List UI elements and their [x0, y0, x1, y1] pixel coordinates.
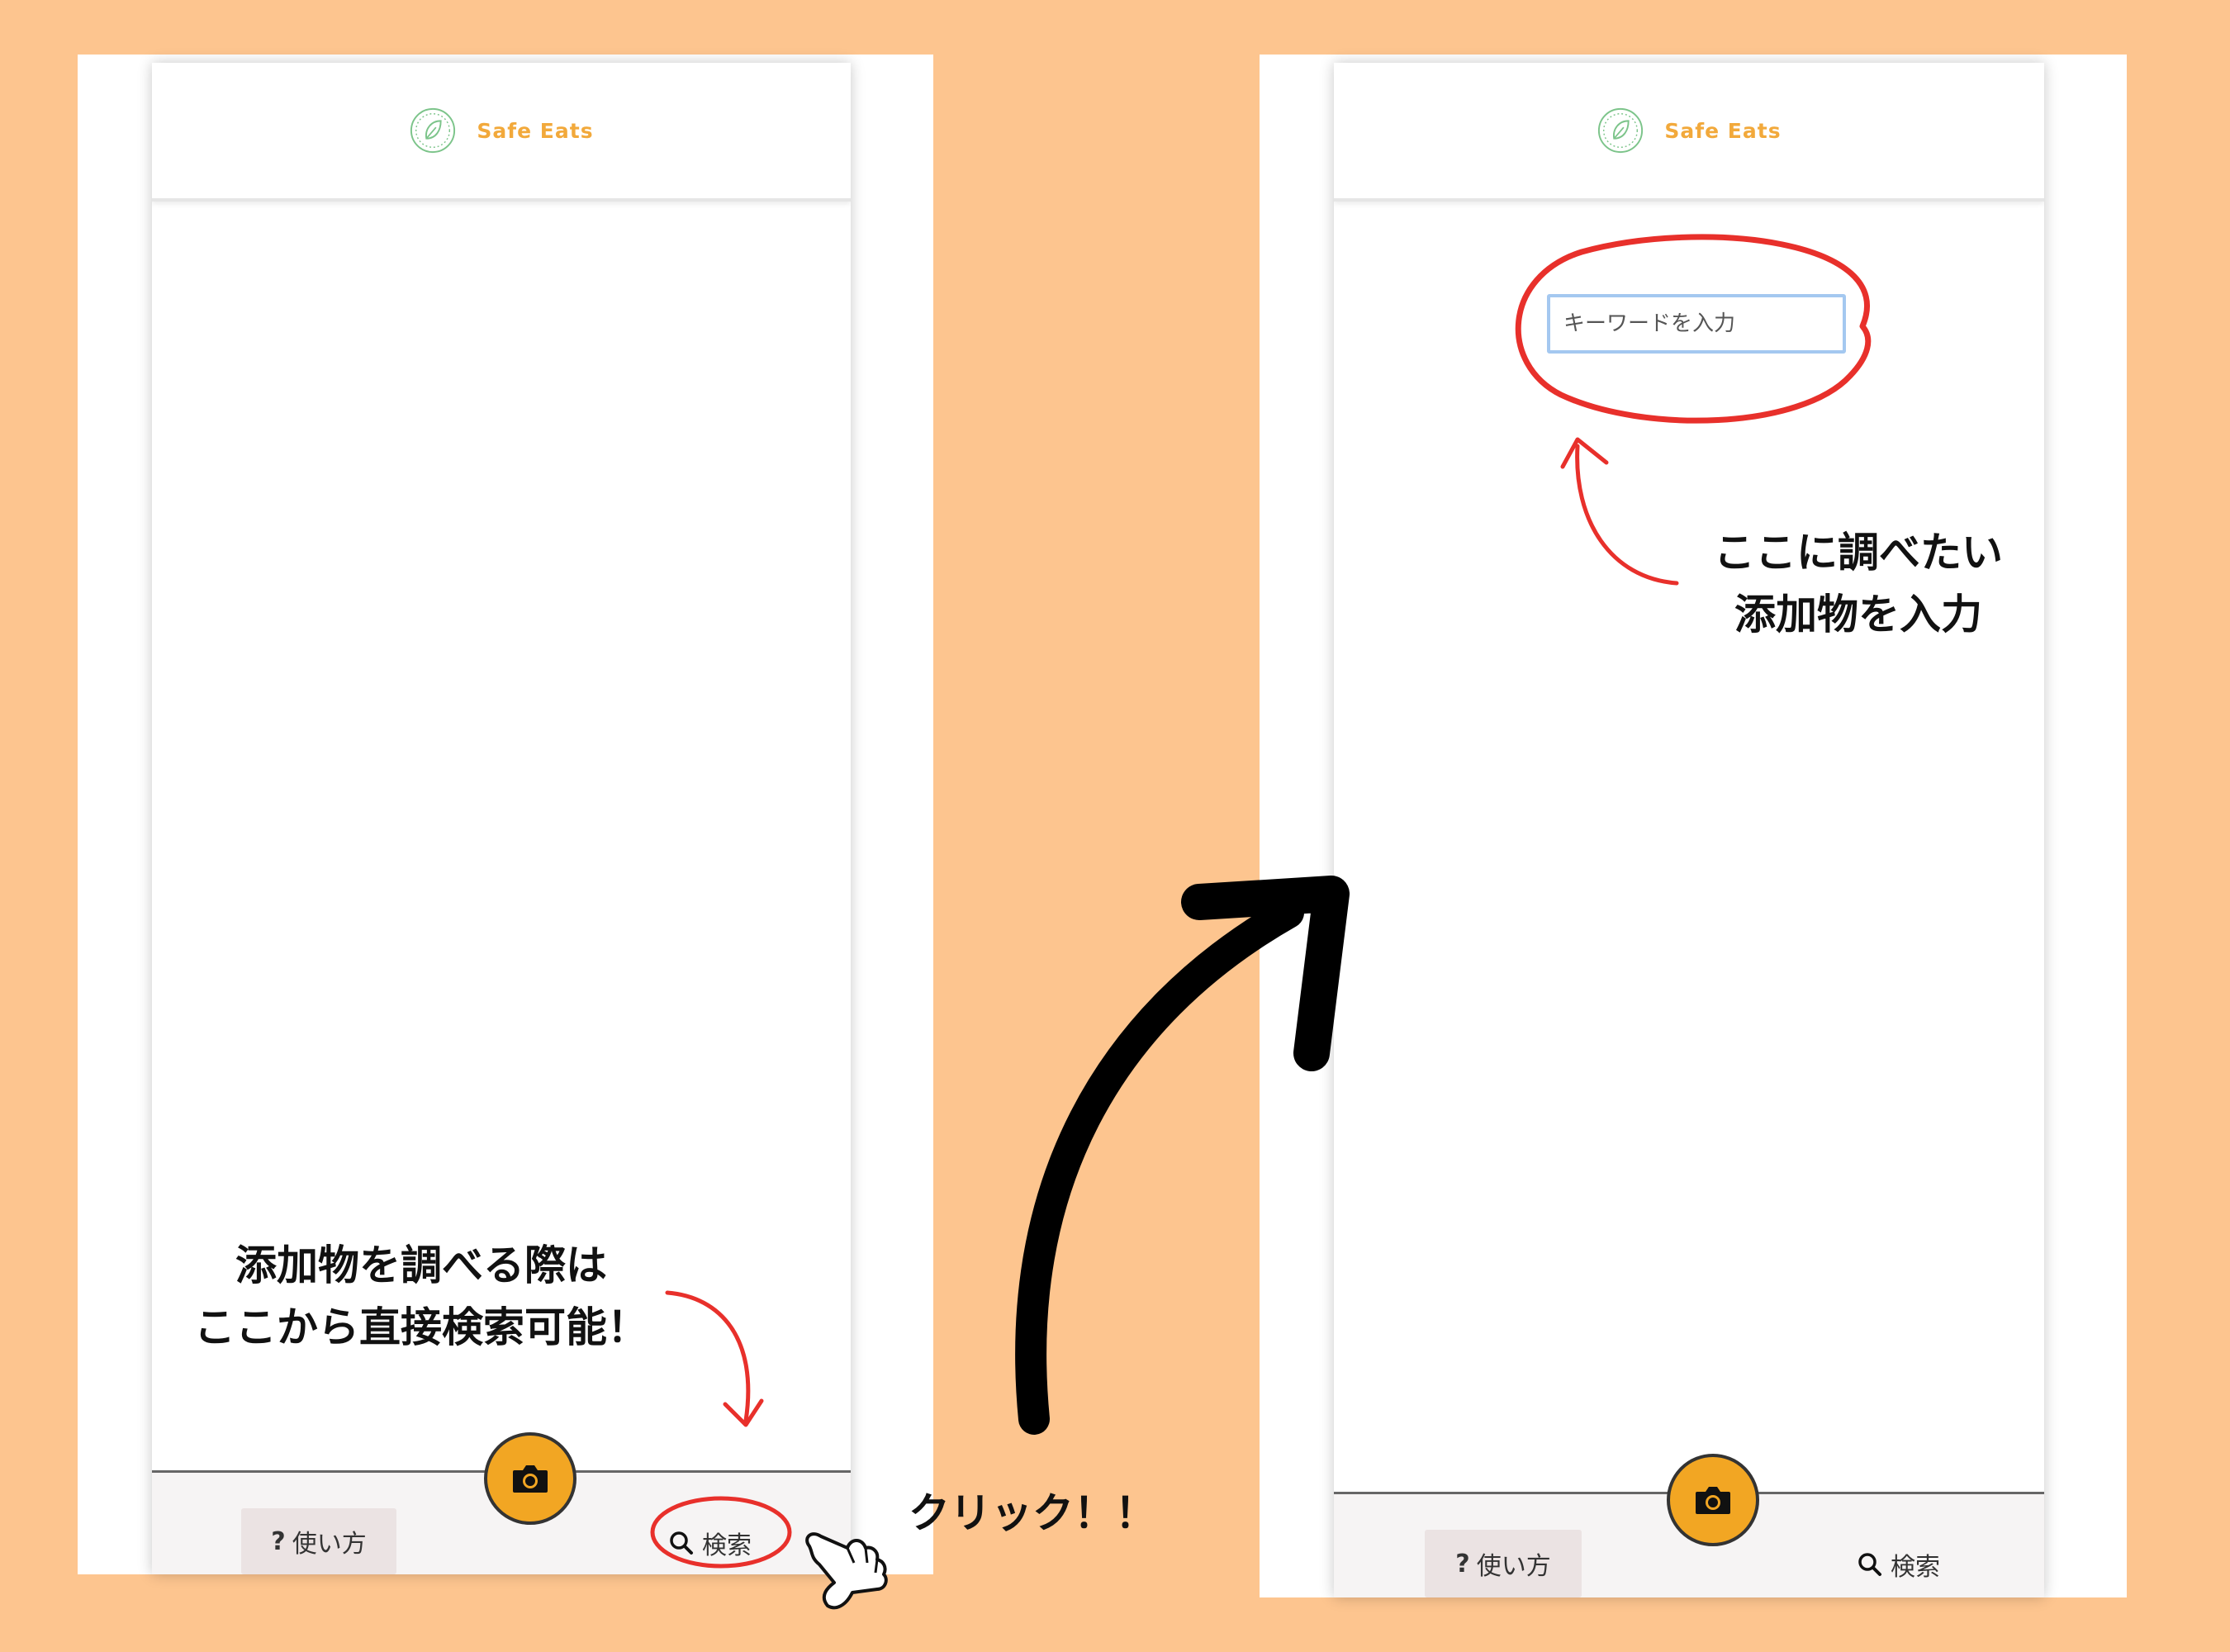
annotation-click: クリック！！ — [909, 1489, 1156, 1537]
red-arrow-right — [1560, 437, 1679, 586]
annotation-right: ここに調べたい 添加物を入力 — [1677, 522, 2040, 646]
annotation-overlay — [650, 234, 1872, 1610]
annotation-left-line1: 添加物を調べる際は — [235, 1241, 607, 1289]
curved-arrow-icon — [1015, 876, 1350, 1435]
pointing-hand-icon — [805, 1532, 888, 1610]
highlight-circle-search — [650, 1496, 792, 1569]
highlight-circle-input — [1515, 234, 1872, 424]
annotation-left-line2: ここから直接検索可能！ — [194, 1303, 648, 1351]
annotation-right-line2: 添加物を入力 — [1734, 591, 1982, 638]
annotation-right-line1: ここに調べたい — [1714, 529, 2003, 577]
annotation-left: 添加物を調べる際は ここから直接検索可能！ — [149, 1235, 694, 1359]
